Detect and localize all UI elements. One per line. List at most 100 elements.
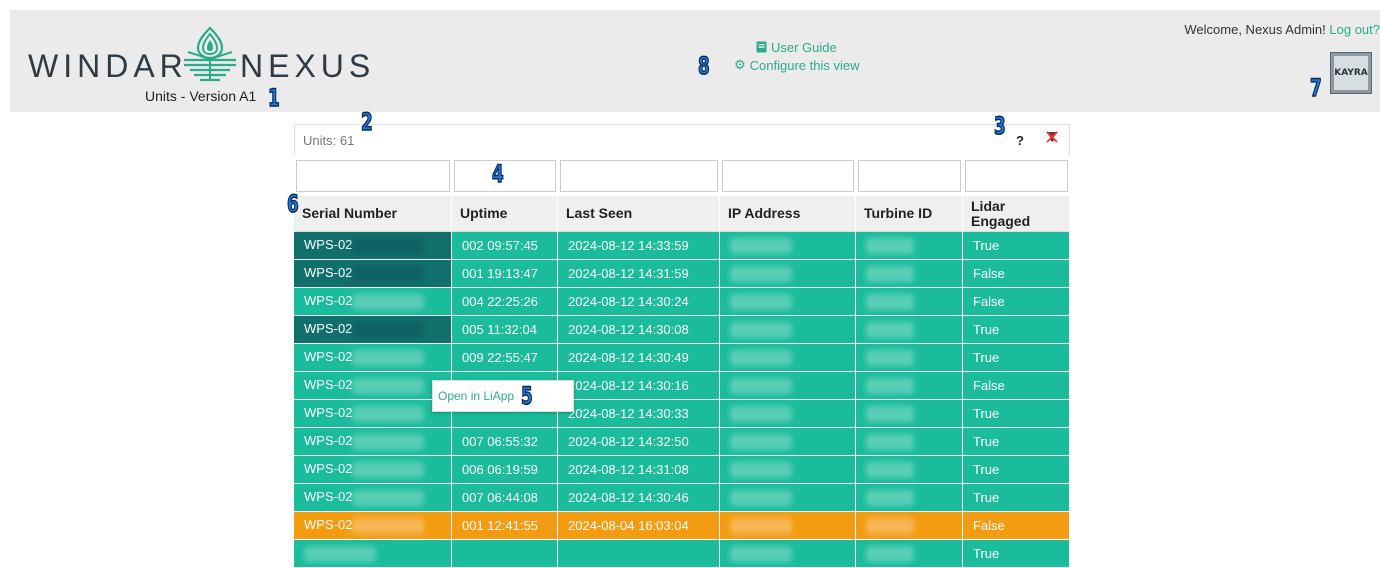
table-row[interactable]: WPS-02 004 22:25:26 2024-08-12 14:30:24 Fal… <box>294 288 1070 316</box>
column-header-ip[interactable]: IP Address <box>720 196 856 232</box>
redacted-value <box>352 489 425 506</box>
redacted-value <box>352 461 425 478</box>
redacted-value <box>352 405 425 422</box>
lidar-engaged-cell-text: True <box>973 546 1000 561</box>
page-subtitle: Units - Version A1 <box>145 88 257 104</box>
lidar-engaged-cell-text: True <box>973 350 1000 365</box>
serial-cell-text: WPS-02 <box>304 433 353 449</box>
table-body: WPS-02 002 09:57:45 2024-08-12 14:33:59 Tru… <box>294 232 1070 568</box>
uptime-cell-text: 006 06:19:59 <box>462 462 538 477</box>
column-header-turbine[interactable]: Turbine ID <box>856 196 963 232</box>
redacted-value <box>352 433 425 450</box>
filter-clear-icon[interactable] <box>1045 130 1059 149</box>
lidar-engaged-cell: False <box>963 288 1070 316</box>
units-table: Serial Number Uptime Last Seen IP Addres… <box>294 159 1070 568</box>
turbine-id-cell <box>856 260 963 288</box>
lidar-engaged-cell: True <box>963 400 1070 428</box>
ip-filter-input[interactable] <box>722 160 854 192</box>
last-seen-cell: 2024-08-12 14:30:16 <box>558 372 720 400</box>
uptime-cell-text: 002 09:57:45 <box>462 238 538 253</box>
serial-filter-input[interactable] <box>296 160 450 192</box>
redacted-value <box>866 321 914 338</box>
redacted-value <box>730 293 792 310</box>
uptime-cell: 006 06:19:59 <box>452 456 558 484</box>
logo-text-left: WINDAR <box>28 48 188 84</box>
app-header: WINDAR NEXUS Units - Version A1 1 User G… <box>10 10 1380 112</box>
ip-address-cell <box>720 512 856 540</box>
redacted-value <box>866 377 914 394</box>
redacted-value <box>730 405 792 422</box>
last-seen-cell-text: 2024-08-12 14:30:16 <box>568 378 689 393</box>
filter-row <box>294 159 1070 196</box>
welcome-area: Welcome, Nexus Admin! Log out? <box>1184 22 1380 37</box>
redacted-value <box>730 461 792 478</box>
ip-address-cell <box>720 456 856 484</box>
ip-address-cell <box>720 484 856 512</box>
table-row[interactable]: WPS-02 007 06:44:08 2024-08-12 14:30:46 Tru… <box>294 484 1070 512</box>
units-panel: Units: 61 ? Serial Number Uptime Last Se… <box>284 124 1070 568</box>
lidar-filter-input[interactable] <box>965 160 1068 192</box>
table-row[interactable]: WPS-02 001 19:13:47 2024-08-12 14:31:59 Fal… <box>294 260 1070 288</box>
logout-link[interactable]: Log out? <box>1329 22 1380 37</box>
lidar-engaged-cell-text: True <box>973 434 1000 449</box>
annotation-marker-7: 7 <box>1309 74 1322 102</box>
lidar-engaged-cell-text: True <box>973 238 1000 253</box>
configure-view-link[interactable]: ⚙ Configure this view <box>734 56 874 74</box>
table-row[interactable]: WPS-02 007 06:55:32 2024-08-12 14:32:50 Tru… <box>294 428 1070 456</box>
serial-cell-text: WPS-02 <box>304 349 353 365</box>
help-button[interactable]: ? <box>1016 133 1024 148</box>
ip-address-cell <box>720 344 856 372</box>
serial-cell-text: WPS-02 <box>304 265 353 281</box>
column-header-lidar[interactable]: Lidar Engaged <box>963 196 1070 232</box>
redacted-value <box>866 405 914 422</box>
gear-icon: ⚙ <box>734 57 746 72</box>
lidar-engaged-cell-text: True <box>973 322 1000 337</box>
uptime-filter-input[interactable] <box>454 160 556 192</box>
table-row[interactable]: WPS-02 2024-08-12 14:30:16 False <box>294 372 1070 400</box>
redacted-value <box>352 377 425 394</box>
last-seen-cell: 2024-08-12 14:33:59 <box>558 232 720 260</box>
annotation-marker-3: 3 <box>993 112 1006 140</box>
welcome-text: Welcome, Nexus Admin! <box>1184 22 1326 37</box>
redacted-value <box>352 293 425 310</box>
table-row[interactable]: WPS-02 2024-08-12 14:30:33 True <box>294 400 1070 428</box>
redacted-value <box>730 489 792 506</box>
user-guide-label: User Guide <box>771 39 837 55</box>
uptime-cell: 002 09:57:45 <box>452 232 558 260</box>
redacted-value <box>866 545 914 562</box>
redacted-value <box>730 265 792 282</box>
last-seen-filter-input[interactable] <box>560 160 718 192</box>
units-count: Units: 61 <box>303 133 355 148</box>
user-guide-link[interactable]: User Guide <box>756 38 874 56</box>
table-row[interactable]: True <box>294 540 1070 568</box>
turbine-id-cell <box>856 484 963 512</box>
turbine-filter-input[interactable] <box>858 160 961 192</box>
last-seen-cell: 2024-08-12 14:31:08 <box>558 456 720 484</box>
column-header-uptime[interactable]: Uptime <box>452 196 558 232</box>
last-seen-cell: 2024-08-12 14:32:50 <box>558 428 720 456</box>
last-seen-cell-text: 2024-08-12 14:30:49 <box>568 350 689 365</box>
redacted-value <box>352 321 425 338</box>
lidar-engaged-cell: True <box>963 484 1070 512</box>
column-header-serial[interactable]: Serial Number <box>294 196 452 232</box>
lidar-engaged-cell: True <box>963 344 1070 372</box>
turbine-id-cell <box>856 316 963 344</box>
configure-view-label: Configure this view <box>749 57 860 73</box>
serial-cell: WPS-02 <box>294 372 452 400</box>
serial-cell-text: WPS-02 <box>304 489 353 505</box>
column-header-last-seen[interactable]: Last Seen <box>558 196 720 232</box>
table-row[interactable]: WPS-02 005 11:32:04 2024-08-12 14:30:08 Tru… <box>294 316 1070 344</box>
table-row[interactable]: WPS-02 001 12:41:55 2024-08-04 16:03:04 Fal… <box>294 512 1070 540</box>
redacted-value <box>730 349 792 366</box>
table-row[interactable]: WPS-02 002 09:57:45 2024-08-12 14:33:59 Tru… <box>294 232 1070 260</box>
partner-logo: KAYRA <box>1330 52 1372 94</box>
table-row[interactable]: WPS-02 009 22:55:47 2024-08-12 14:30:49 Tru… <box>294 344 1070 372</box>
table-row[interactable]: WPS-02 006 06:19:59 2024-08-12 14:31:08 Tru… <box>294 456 1070 484</box>
filter-cell <box>856 159 963 196</box>
open-in-liapp-menu-item[interactable]: Open in LiApp <box>438 389 514 403</box>
serial-cell: WPS-02 <box>294 288 452 316</box>
filter-cell <box>720 159 856 196</box>
turbine-id-cell <box>856 400 963 428</box>
uptime-cell: 001 12:41:55 <box>452 512 558 540</box>
redacted-value <box>730 517 792 534</box>
